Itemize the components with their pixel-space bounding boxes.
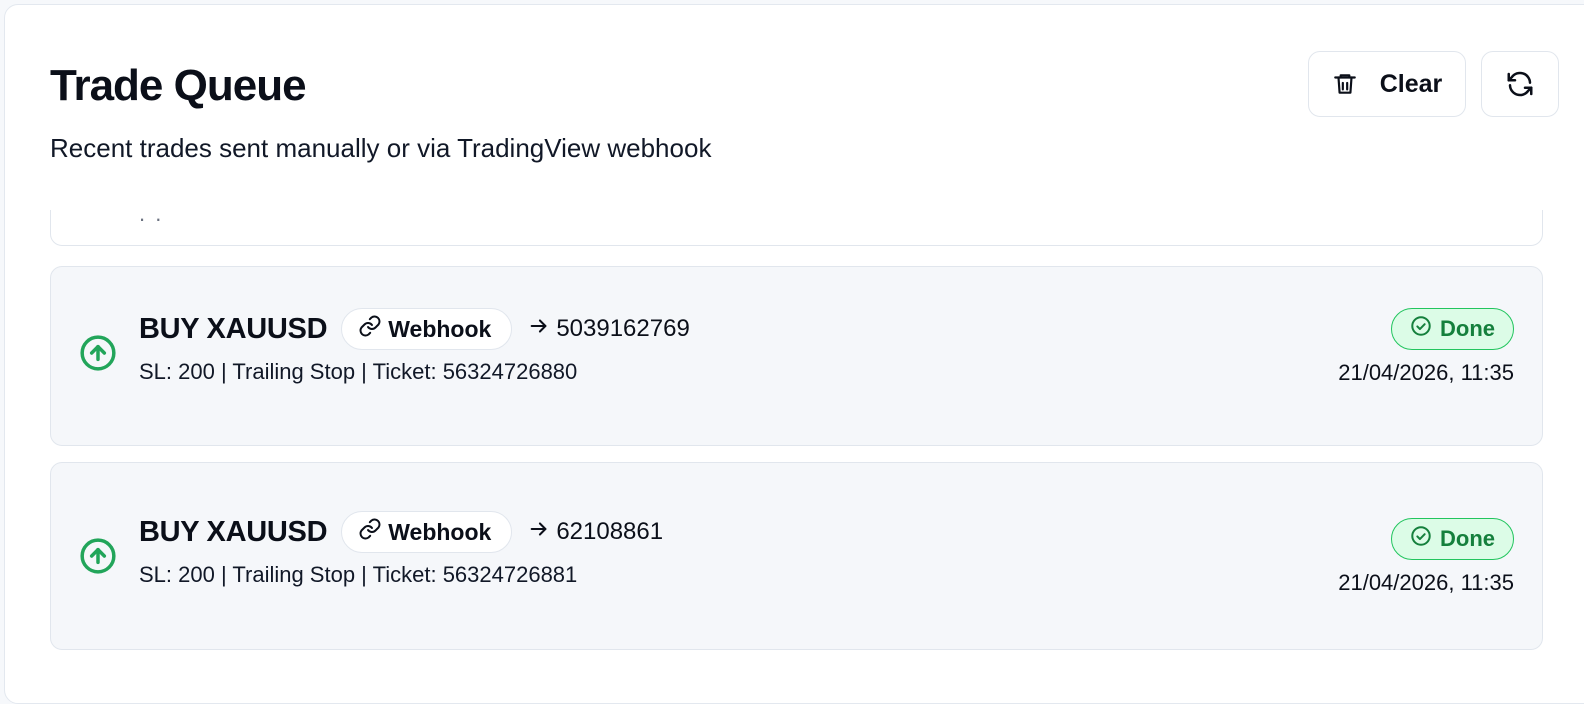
link-icon	[358, 517, 382, 547]
source-label: Webhook	[388, 315, 492, 342]
list-item: . .	[50, 210, 1543, 246]
trade-timestamp: 21/04/2026, 11:35	[1338, 360, 1514, 385]
trade-list[interactable]: . . BUY XAUUSD Webhook 5039162769 SL: 20…	[50, 210, 1543, 680]
status-label: Done	[1440, 526, 1495, 551]
status-badge: Done	[1391, 308, 1514, 350]
arrow-up-circle-icon	[79, 537, 117, 580]
table-row[interactable]: BUY XAUUSD Webhook	[50, 462, 1543, 650]
arrow-up-circle-icon	[79, 334, 117, 377]
trade-details: SL: 200 | Trailing Stop | Ticket: 563247…	[139, 359, 578, 384]
arrow-right-icon	[528, 315, 550, 344]
target-account-id: 62108861	[556, 518, 664, 545]
refresh-icon	[1505, 69, 1535, 99]
source-badge: Webhook	[341, 511, 513, 553]
partial-row-text: . .	[139, 210, 164, 226]
page-title: Trade Queue	[50, 61, 307, 110]
link-icon	[358, 314, 382, 344]
arrow-right-icon	[528, 518, 550, 547]
check-circle-icon	[1410, 525, 1432, 553]
target-account: 5039162769	[528, 315, 690, 344]
source-label: Webhook	[388, 518, 492, 545]
target-account: 62108861	[528, 518, 663, 547]
target-account-id: 5039162769	[556, 315, 690, 342]
clear-button-label: Clear	[1379, 69, 1443, 98]
trade-side-symbol: BUY XAUUSD	[139, 312, 328, 345]
trade-side-symbol: BUY XAUUSD	[139, 515, 328, 548]
trade-queue-card: Trade Queue Recent trades sent manually …	[4, 4, 1584, 704]
clear-button[interactable]: Clear	[1308, 51, 1466, 117]
refresh-button[interactable]	[1481, 51, 1559, 117]
trash-icon	[1332, 70, 1358, 98]
table-row[interactable]: BUY XAUUSD Webhook	[50, 266, 1543, 446]
check-circle-icon	[1410, 315, 1432, 343]
trade-details: SL: 200 | Trailing Stop | Ticket: 563247…	[139, 562, 578, 587]
status-badge: Done	[1391, 518, 1514, 560]
source-badge: Webhook	[341, 308, 513, 350]
page-subtitle: Recent trades sent manually or via Tradi…	[50, 133, 712, 163]
status-label: Done	[1440, 316, 1495, 341]
trade-timestamp: 21/04/2026, 11:35	[1338, 570, 1514, 595]
